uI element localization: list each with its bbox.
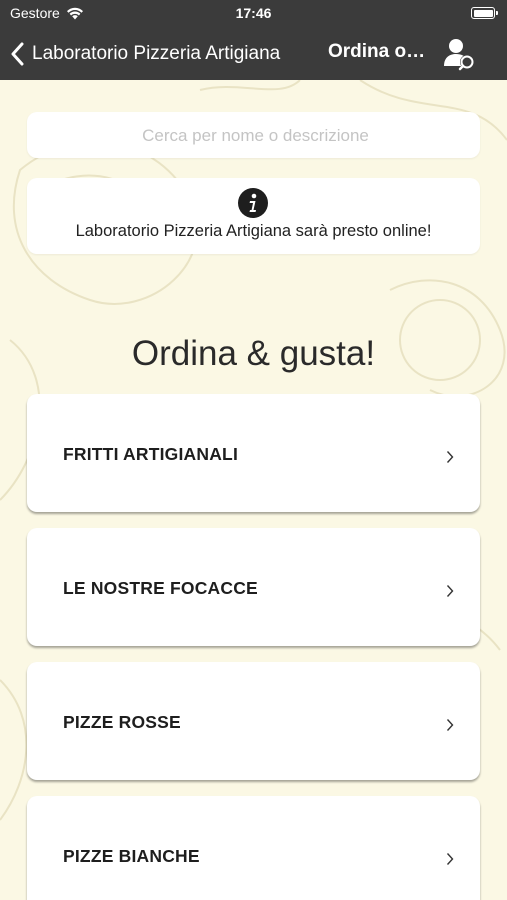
navigation-bar: Laboratorio Pizzeria Artigiana Ordina on… (0, 28, 507, 80)
battery-icon (471, 7, 498, 19)
category-label: FRITTI ARTIGIANALI (63, 444, 239, 464)
category-label: PIZZE BIANCHE (63, 846, 200, 866)
user-key-icon[interactable] (441, 36, 477, 72)
status-bar: Gestore 17:46 (0, 0, 507, 28)
chevron-right-icon (446, 451, 454, 463)
info-message: Laboratorio Pizzeria Artigiana sarà pres… (75, 222, 432, 240)
category-pizze-bianche[interactable]: PIZZE BIANCHE (27, 796, 480, 900)
page-title: Ordina online (328, 41, 433, 62)
search-input[interactable] (27, 112, 484, 160)
category-le-nostre-focacce[interactable]: LE NOSTRE FOCACCE (27, 528, 480, 646)
section-title: Ordina & gusta! (131, 334, 376, 373)
info-icon (238, 188, 268, 218)
back-chevron-icon (11, 42, 24, 66)
chevron-right-icon (446, 719, 454, 731)
status-time: 17:46 (235, 5, 272, 21)
category-label: PIZZE ROSSE (63, 712, 181, 732)
back-button-label: Laboratorio Pizzeria Artigiana (32, 43, 281, 64)
back-button[interactable]: Laboratorio Pizzeria Artigiana (10, 38, 280, 70)
category-label: LE NOSTRE FOCACCE (63, 578, 258, 598)
chevron-right-icon (446, 585, 454, 597)
chevron-right-icon (446, 853, 454, 865)
category-fritti-artigianali[interactable]: FRITTI ARTIGIANALI (27, 394, 480, 512)
search-box (27, 112, 484, 160)
info-card: Laboratorio Pizzeria Artigiana sarà pres… (27, 178, 480, 254)
content-area: Laboratorio Pizzeria Artigiana sarà pres… (0, 80, 507, 900)
category-pizze-rosse[interactable]: PIZZE ROSSE (27, 662, 480, 780)
